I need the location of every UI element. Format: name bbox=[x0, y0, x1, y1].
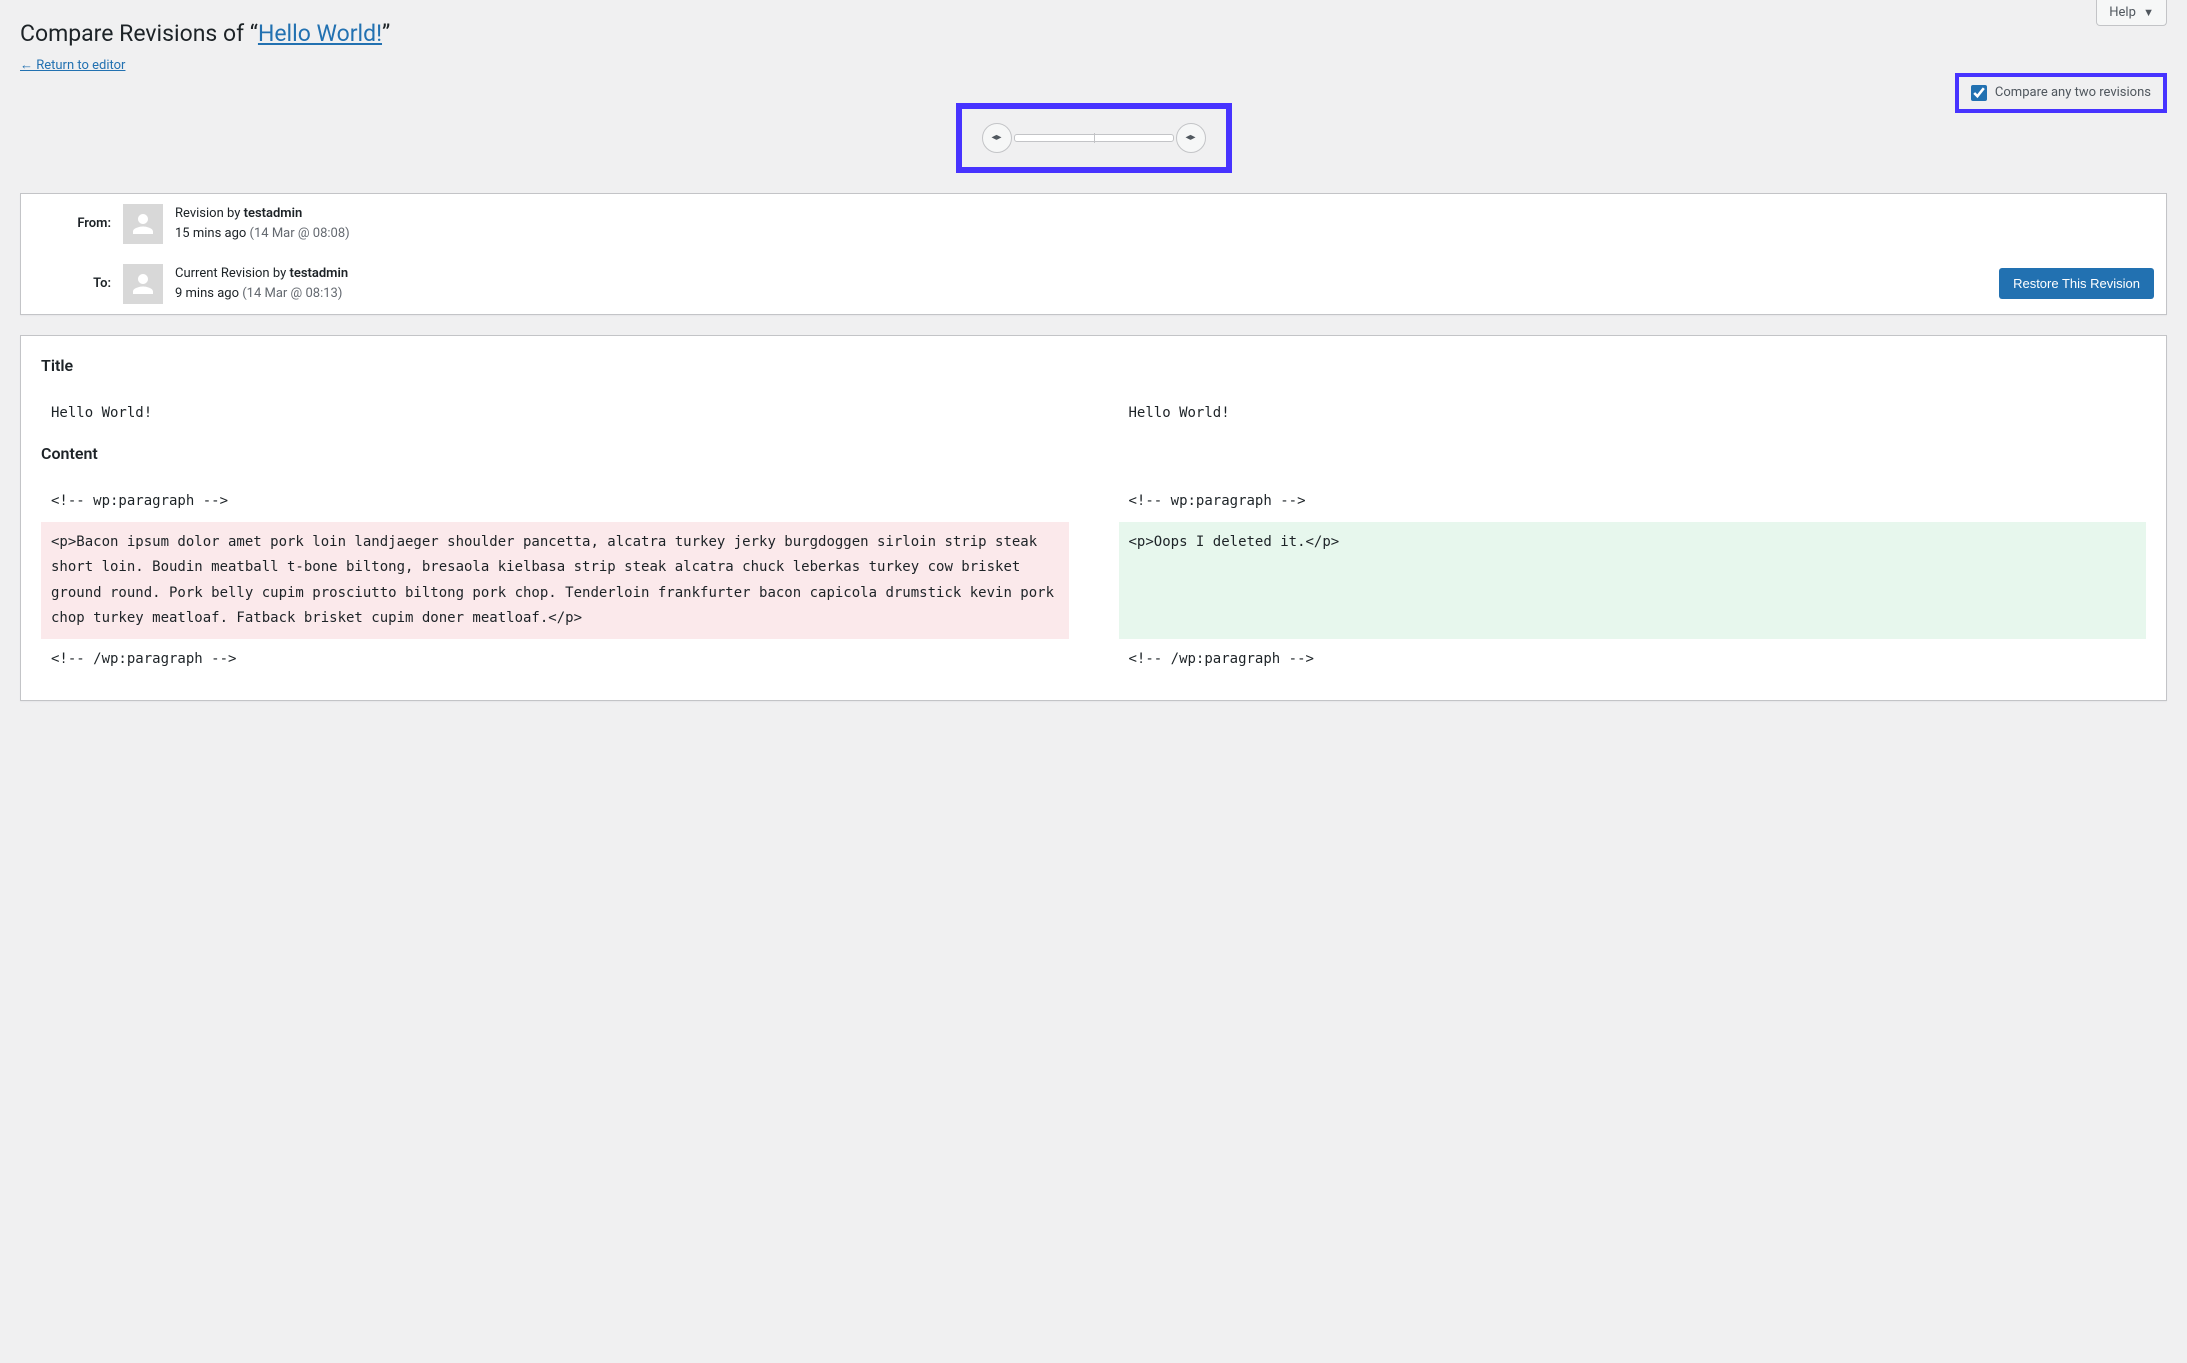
slider-tick bbox=[1094, 133, 1095, 143]
title-left: Hello World! bbox=[41, 393, 1069, 434]
diff-right-cell: <p>Oops I deleted it.</p> bbox=[1119, 522, 2147, 639]
to-timestamp: (14 Mar @ 08:13) bbox=[242, 286, 342, 301]
content-heading: Content bbox=[41, 444, 2146, 463]
to-info: Current Revision by testadmin 9 mins ago… bbox=[175, 264, 348, 303]
table-row: <!-- /wp:paragraph --> <!-- /wp:paragraph… bbox=[41, 639, 2146, 680]
from-author: testadmin bbox=[244, 206, 303, 221]
to-ago: 9 mins ago bbox=[175, 286, 242, 301]
revision-slider: ◂▸ ◂▸ bbox=[956, 103, 1232, 173]
slider-next-button[interactable]: ◂▸ bbox=[1176, 123, 1206, 153]
slider-track[interactable] bbox=[1014, 134, 1174, 142]
to-author: testadmin bbox=[289, 266, 348, 281]
table-row: Hello World! Hello World! bbox=[41, 393, 2146, 434]
table-row: <p>Bacon ipsum dolor amet pork loin land… bbox=[41, 522, 2146, 639]
table-row: <!-- wp:paragraph --> <!-- wp:paragraph -… bbox=[41, 481, 2146, 522]
from-info: Revision by testadmin 15 mins ago (14 Ma… bbox=[175, 204, 350, 243]
diff-left-cell: <!-- wp:paragraph --> bbox=[41, 481, 1069, 522]
arrow-left-right-icon: ◂▸ bbox=[1185, 132, 1195, 143]
compare-label: Compare any two revisions bbox=[1995, 85, 2151, 100]
title-suffix: ” bbox=[382, 20, 390, 47]
arrow-left-right-icon: ◂▸ bbox=[991, 132, 1001, 143]
title-right: Hello World! bbox=[1119, 393, 2147, 434]
title-prefix: Compare Revisions of “ bbox=[20, 20, 258, 47]
from-label: From: bbox=[33, 216, 123, 231]
avatar bbox=[123, 204, 163, 244]
title-heading: Title bbox=[41, 356, 2146, 375]
avatar bbox=[123, 264, 163, 304]
user-icon bbox=[128, 209, 158, 239]
page-title: Compare Revisions of “Hello World!” bbox=[20, 10, 2167, 53]
post-title-link[interactable]: Hello World! bbox=[258, 20, 382, 47]
slider-prev-button[interactable]: ◂▸ bbox=[982, 123, 1012, 153]
revision-meta-box: From: Revision by testadmin 15 mins ago … bbox=[20, 193, 2167, 315]
from-ago: 15 mins ago bbox=[175, 226, 250, 241]
help-tab[interactable]: Help ▼ bbox=[2096, 0, 2167, 26]
diff-right-cell: <!-- wp:paragraph --> bbox=[1119, 481, 2147, 522]
from-row: From: Revision by testadmin 15 mins ago … bbox=[21, 194, 2166, 254]
to-label: To: bbox=[33, 276, 123, 291]
diff-panel: Title Hello World! Hello World! Content … bbox=[20, 335, 2167, 701]
diff-left-cell: <p>Bacon ipsum dolor amet pork loin land… bbox=[41, 522, 1069, 639]
diff-right-cell: <!-- /wp:paragraph --> bbox=[1119, 639, 2147, 680]
return-to-editor-link[interactable]: ← Return to editor bbox=[20, 57, 125, 73]
title-diff-table: Hello World! Hello World! bbox=[41, 393, 2146, 434]
user-icon bbox=[128, 269, 158, 299]
help-label: Help bbox=[2109, 5, 2136, 20]
from-timestamp: (14 Mar @ 08:08) bbox=[250, 226, 350, 241]
from-prefix: Revision by bbox=[175, 206, 244, 221]
restore-revision-button[interactable]: Restore This Revision bbox=[1999, 268, 2154, 299]
to-prefix: Current Revision by bbox=[175, 266, 289, 281]
compare-any-two-toggle[interactable]: Compare any two revisions bbox=[1955, 73, 2167, 113]
chevron-down-icon: ▼ bbox=[2143, 6, 2154, 19]
to-row: To: Current Revision by testadmin 9 mins… bbox=[21, 254, 2166, 314]
compare-checkbox[interactable] bbox=[1971, 85, 1987, 101]
content-diff-table: <!-- wp:paragraph --> <!-- wp:paragraph -… bbox=[41, 481, 2146, 680]
diff-left-cell: <!-- /wp:paragraph --> bbox=[41, 639, 1069, 680]
